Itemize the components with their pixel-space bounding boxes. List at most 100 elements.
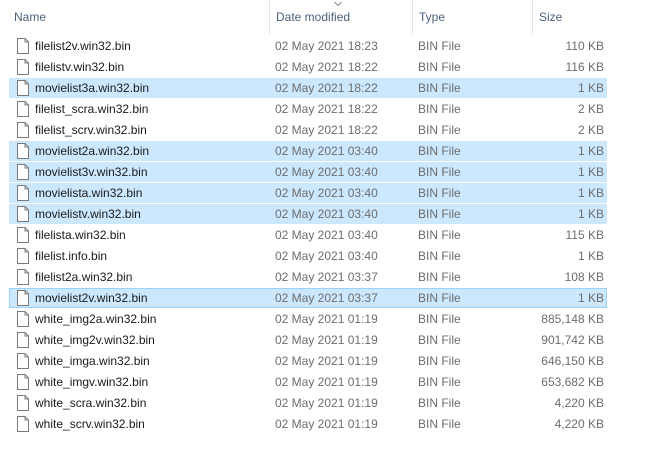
file-row[interactable]: movielist2v.win32.bin 02 May 2021 03:37 … <box>0 288 661 309</box>
file-date-modified: 02 May 2021 01:19 <box>275 417 378 431</box>
file-date-modified: 02 May 2021 18:22 <box>275 60 378 74</box>
file-icon <box>17 164 29 180</box>
file-name: movielist2v.win32.bin <box>35 291 148 305</box>
file-name: filelist_scra.win32.bin <box>35 102 149 116</box>
file-row[interactable]: filelista.win32.bin 02 May 2021 03:40 BI… <box>0 225 661 246</box>
file-type: BIN File <box>418 417 461 431</box>
file-name: movielist3a.win32.bin <box>35 81 150 95</box>
file-icon <box>17 206 29 222</box>
file-icon <box>17 143 29 159</box>
file-row[interactable]: white_scrv.win32.bin 02 May 2021 01:19 B… <box>0 414 661 435</box>
file-name: white_img2a.win32.bin <box>35 312 157 326</box>
file-icon <box>17 395 29 411</box>
file-icon <box>17 332 29 348</box>
file-name: movielist2a.win32.bin <box>35 144 150 158</box>
file-row[interactable]: filelist2a.win32.bin 02 May 2021 03:37 B… <box>0 267 661 288</box>
file-type: BIN File <box>418 144 461 158</box>
file-row[interactable]: filelist2v.win32.bin 02 May 2021 18:23 B… <box>0 36 661 57</box>
file-size: 116 KB <box>565 60 604 74</box>
file-row[interactable]: filelist_scra.win32.bin 02 May 2021 18:2… <box>0 99 661 120</box>
file-icon <box>17 311 29 327</box>
file-name: white_imgv.win32.bin <box>35 375 149 389</box>
file-size: 110 KB <box>565 39 604 53</box>
file-type: BIN File <box>418 39 461 53</box>
file-size: 1 KB <box>577 249 604 263</box>
file-row[interactable]: white_imga.win32.bin 02 May 2021 01:19 B… <box>0 351 661 372</box>
file-name: filelista.win32.bin <box>35 228 126 242</box>
file-type: BIN File <box>418 228 461 242</box>
file-type: BIN File <box>418 123 461 137</box>
file-icon <box>17 227 29 243</box>
file-type: BIN File <box>418 60 461 74</box>
column-header-size[interactable]: Size <box>532 0 612 34</box>
file-type: BIN File <box>418 102 461 116</box>
file-date-modified: 02 May 2021 18:22 <box>275 102 378 116</box>
file-row[interactable]: filelist.info.bin 02 May 2021 03:40 BIN … <box>0 246 661 267</box>
file-name: movielist3v.win32.bin <box>35 165 148 179</box>
file-date-modified: 02 May 2021 03:37 <box>275 291 378 305</box>
file-date-modified: 02 May 2021 03:40 <box>275 249 378 263</box>
file-type: BIN File <box>418 81 461 95</box>
file-row[interactable]: white_imgv.win32.bin 02 May 2021 01:19 B… <box>0 372 661 393</box>
file-type: BIN File <box>418 207 461 221</box>
file-icon <box>17 269 29 285</box>
file-row[interactable]: filelistv.win32.bin 02 May 2021 18:22 BI… <box>0 57 661 78</box>
file-date-modified: 02 May 2021 18:23 <box>275 39 378 53</box>
file-date-modified: 02 May 2021 03:40 <box>275 207 378 221</box>
file-size: 1 KB <box>577 81 604 95</box>
file-name: filelist_scrv.win32.bin <box>35 123 147 137</box>
file-size: 4,220 KB <box>554 417 604 431</box>
file-date-modified: 02 May 2021 03:40 <box>275 228 378 242</box>
file-size: 1 KB <box>577 144 604 158</box>
file-icon <box>17 374 29 390</box>
file-date-modified: 02 May 2021 01:19 <box>275 312 378 326</box>
file-name: white_scrv.win32.bin <box>35 417 145 431</box>
file-date-modified: 02 May 2021 03:37 <box>275 270 378 284</box>
file-row[interactable]: movielist3v.win32.bin 02 May 2021 03:40 … <box>0 162 661 183</box>
file-size: 2 KB <box>577 123 604 137</box>
file-size: 115 KB <box>565 228 604 242</box>
file-icon <box>17 290 29 306</box>
file-row[interactable]: movielistv.win32.bin 02 May 2021 03:40 B… <box>0 204 661 225</box>
file-row[interactable]: movielista.win32.bin 02 May 2021 03:40 B… <box>0 183 661 204</box>
file-icon <box>17 122 29 138</box>
file-row[interactable]: white_img2v.win32.bin 02 May 2021 01:19 … <box>0 330 661 351</box>
file-row[interactable]: movielist2a.win32.bin 02 May 2021 03:40 … <box>0 141 661 162</box>
file-icon <box>17 185 29 201</box>
file-date-modified: 02 May 2021 03:40 <box>275 165 378 179</box>
file-type: BIN File <box>418 165 461 179</box>
file-date-modified: 02 May 2021 18:22 <box>275 123 378 137</box>
file-date-modified: 02 May 2021 01:19 <box>275 375 378 389</box>
file-row[interactable]: white_img2a.win32.bin 02 May 2021 01:19 … <box>0 309 661 330</box>
file-type: BIN File <box>418 312 461 326</box>
file-icon <box>17 101 29 117</box>
file-name: white_imga.win32.bin <box>35 354 150 368</box>
file-icon <box>17 38 29 54</box>
file-list: filelist2v.win32.bin 02 May 2021 18:23 B… <box>0 36 661 435</box>
file-row[interactable]: white_scra.win32.bin 02 May 2021 01:19 B… <box>0 393 661 414</box>
file-type: BIN File <box>418 375 461 389</box>
file-row[interactable]: movielist3a.win32.bin 02 May 2021 18:22 … <box>0 78 661 99</box>
file-icon <box>17 416 29 432</box>
chevron-down-icon <box>334 1 342 7</box>
file-name: filelistv.win32.bin <box>35 60 125 74</box>
column-header-name[interactable]: Name <box>8 0 268 34</box>
file-name: white_scra.win32.bin <box>35 396 147 410</box>
file-icon <box>17 59 29 75</box>
file-size: 4,220 KB <box>554 396 604 410</box>
file-date-modified: 02 May 2021 03:40 <box>275 186 378 200</box>
file-size: 901,742 KB <box>541 333 604 347</box>
column-header-type[interactable]: Type <box>412 0 532 34</box>
file-type: BIN File <box>418 354 461 368</box>
file-explorer-list-view: Name Date modified Type Size filelist2v.… <box>0 0 661 449</box>
file-name: movielista.win32.bin <box>35 186 143 200</box>
file-date-modified: 02 May 2021 01:19 <box>275 333 378 347</box>
file-date-modified: 02 May 2021 03:40 <box>275 144 378 158</box>
file-row[interactable]: filelist_scrv.win32.bin 02 May 2021 18:2… <box>0 120 661 141</box>
file-icon <box>17 248 29 264</box>
file-date-modified: 02 May 2021 01:19 <box>275 396 378 410</box>
file-name: filelist2a.win32.bin <box>35 270 133 284</box>
file-size: 1 KB <box>577 165 604 179</box>
file-date-modified: 02 May 2021 18:22 <box>275 81 378 95</box>
file-size: 108 KB <box>564 270 604 284</box>
